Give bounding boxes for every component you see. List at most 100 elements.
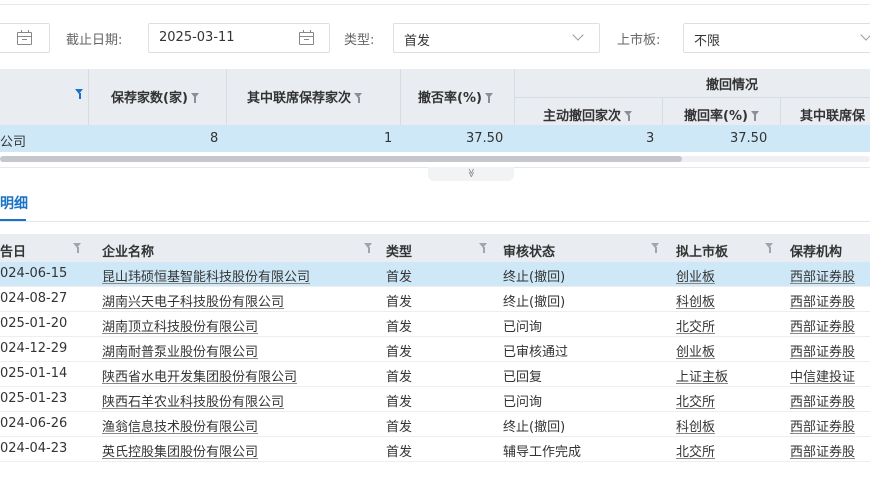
board-label: 上市板:	[617, 33, 661, 48]
scrollbar-thumb[interactable]	[0, 156, 682, 162]
filter-icon[interactable]	[765, 243, 774, 253]
cell-company[interactable]: 湖南耐普泵业股份有限公司	[102, 341, 258, 360]
cell-date: 024-08-27	[0, 291, 68, 306]
header-status[interactable]: 审核状态	[503, 241, 555, 260]
cell-sponsor[interactable]: 西部证券股	[790, 441, 855, 460]
filter-bar: 截止日期: 2025-03-11 类型: 首发 上市板: 不限	[0, 0, 870, 66]
cell-sponsor[interactable]: 西部证券股	[790, 291, 855, 310]
cell-status: 已审核通过	[503, 345, 569, 360]
tab-divider	[0, 221, 870, 222]
table-row[interactable]: 024-06-26 渔翁信息技术股份有限公司 首发 终止(撤回) 科创板 西部证券股	[0, 412, 870, 437]
type-label: 类型:	[344, 33, 375, 48]
table-row[interactable]: 024-08-27 湖南兴天电子科技股份有限公司 首发 终止(撤回) 科创板 西部证券股	[0, 287, 870, 312]
cell-date: 024-12-29	[0, 341, 68, 356]
cell-board[interactable]: 创业板	[676, 266, 715, 285]
cell-company[interactable]: 湖南兴天电子科技股份有限公司	[102, 291, 284, 310]
cell-company[interactable]: 英氏控股集团股份有限公司	[102, 441, 258, 460]
collapse-toggle[interactable]: ≫	[428, 167, 514, 181]
cell-board[interactable]: 北交所	[676, 391, 715, 410]
header-type[interactable]: 类型	[386, 241, 412, 260]
cell-sponsor[interactable]: 西部证券股	[790, 266, 855, 285]
filter-icon[interactable]	[75, 89, 84, 99]
cell-board[interactable]: 科创板	[676, 416, 715, 435]
deadline-date-field[interactable]: 2025-03-11	[148, 23, 330, 53]
header-date[interactable]: 告日	[0, 241, 26, 260]
cell-type: 首发	[386, 370, 413, 385]
cell-status: 终止(撤回)	[503, 295, 566, 310]
calendar-icon[interactable]	[299, 30, 314, 45]
cell-type: 首发	[386, 395, 413, 410]
cell-company[interactable]: 湖南顶立科技股份有限公司	[102, 316, 258, 335]
table-row[interactable]: 025-01-23 陕西石羊农业科技股份有限公司 首发 已问询 北交所 西部证券股	[0, 387, 870, 412]
chevron-down-icon[interactable]	[572, 29, 584, 41]
horizontal-scrollbar[interactable]	[0, 153, 870, 163]
tab-detail[interactable]: 明细	[0, 193, 28, 213]
table-row[interactable]: 024-06-15 昆山玮硕恒基智能科技股份有限公司 首发 终止(撤回) 创业板 西部证券…	[0, 262, 870, 287]
deadline-date-value: 2025-03-11	[159, 30, 235, 45]
cell-sponsor[interactable]: 西部证券股	[790, 341, 855, 360]
header-withdraw-count[interactable]: 主动撤回家次	[543, 105, 633, 124]
header-withdraw-rate[interactable]: 撤回率(%)	[684, 105, 760, 124]
deadline-label: 截止日期:	[66, 33, 123, 48]
name-column-filter[interactable]	[72, 87, 84, 102]
cell-type: 首发	[386, 445, 413, 460]
filter-icon[interactable]	[624, 111, 633, 121]
cell-board[interactable]: 北交所	[676, 441, 715, 460]
cell-company[interactable]: 陕西石羊农业科技股份有限公司	[102, 391, 284, 410]
cell-status: 已问询	[503, 395, 543, 410]
board-select-value: 不限	[694, 34, 721, 49]
cell-date: 024-06-26	[0, 416, 68, 431]
cell-status: 终止(撤回)	[503, 420, 566, 435]
type-select-value: 首发	[404, 34, 431, 49]
cell-sponsor[interactable]: 西部证券股	[790, 391, 855, 410]
filter-icon[interactable]	[73, 243, 82, 253]
table-row[interactable]: 025-01-14 陕西省水电开发集团股份有限公司 首发 已回复 上证主板 中信建投证	[0, 362, 870, 387]
calendar-icon[interactable]	[17, 30, 32, 45]
header-board[interactable]: 拟上市板	[676, 241, 728, 260]
header-withdraw-group: 撤回情况	[706, 78, 759, 93]
cell-board[interactable]: 北交所	[676, 316, 715, 335]
filter-icon[interactable]	[651, 243, 660, 253]
cell-company[interactable]: 渔翁信息技术股份有限公司	[102, 416, 258, 435]
cell-type: 首发	[386, 295, 413, 310]
cell-sponsor[interactable]: 西部证券股	[790, 316, 855, 335]
filter-icon[interactable]	[354, 93, 363, 103]
start-date-field[interactable]	[0, 23, 50, 53]
filter-icon[interactable]	[190, 93, 200, 103]
cell-type: 首发	[386, 320, 413, 335]
table-row[interactable]: 025-01-20 湖南顶立科技股份有限公司 首发 已问询 北交所 西部证券股	[0, 312, 870, 337]
header-sponsor[interactable]: 保荐机构	[790, 241, 842, 260]
header-reject-rate[interactable]: 撤否率(%)	[418, 87, 494, 106]
cell-status: 已问询	[503, 320, 543, 335]
cell-type: 首发	[386, 420, 413, 435]
cell-company[interactable]: 昆山玮硕恒基智能科技股份有限公司	[102, 266, 310, 285]
cell-board[interactable]: 创业板	[676, 341, 715, 360]
summary-name: 公司	[0, 135, 27, 150]
double-chevron-down-icon: ≫	[465, 168, 476, 178]
table-row[interactable]: 024-12-29 湖南耐普泵业股份有限公司 首发 已审核通过 创业板 西部证券股	[0, 337, 870, 362]
cell-board[interactable]: 科创板	[676, 291, 715, 310]
type-select[interactable]: 首发	[393, 23, 600, 53]
table-row[interactable]: 024-04-23 英氏控股集团股份有限公司 首发 辅导工作完成 北交所 西部证券股	[0, 437, 870, 462]
filter-icon[interactable]	[484, 93, 494, 103]
cell-board[interactable]: 上证主板	[676, 366, 728, 385]
header-sponsor-count[interactable]: 保荐家数(家)	[111, 87, 200, 106]
summary-withdraw-count: 3	[646, 131, 655, 146]
cell-status: 已回复	[503, 370, 543, 385]
summary-withdraw-rate: 37.50	[730, 131, 768, 146]
board-select[interactable]: 不限	[683, 23, 870, 53]
cell-sponsor[interactable]: 中信建投证	[790, 366, 855, 385]
filter-icon[interactable]	[364, 243, 373, 253]
cell-company[interactable]: 陕西省水电开发集团股份有限公司	[102, 366, 297, 385]
chevron-down-icon[interactable]	[860, 29, 870, 41]
cell-date: 025-01-23	[0, 391, 68, 406]
summary-count: 8	[210, 131, 219, 146]
filter-icon[interactable]	[479, 243, 488, 253]
header-withdraw-joint[interactable]: 其中联席保	[800, 105, 865, 124]
cell-type: 首发	[386, 345, 413, 360]
header-company[interactable]: 企业名称	[102, 241, 154, 260]
header-joint-sponsor[interactable]: 其中联席保荐家次	[247, 87, 363, 106]
cell-sponsor[interactable]: 西部证券股	[790, 416, 855, 435]
filter-icon[interactable]	[750, 111, 760, 121]
summary-joint: 1	[384, 131, 393, 146]
